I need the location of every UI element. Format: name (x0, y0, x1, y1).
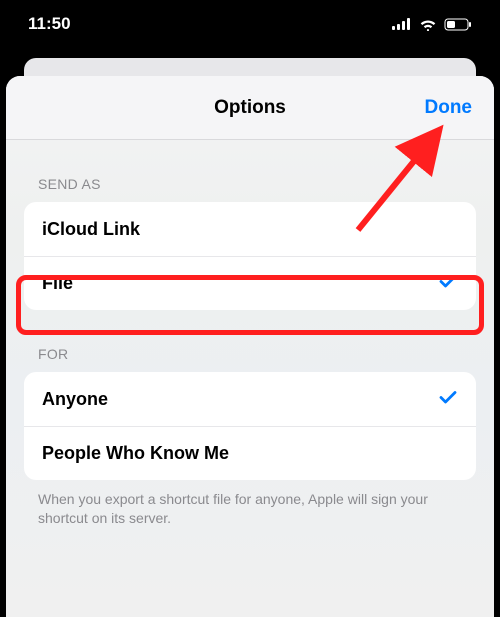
status-icons (392, 18, 472, 31)
options-sheet: Options Done SEND AS iCloud Link File FO… (6, 76, 494, 617)
sheet-header: Options Done (6, 76, 494, 140)
for-group: Anyone People Who Know Me (24, 372, 476, 480)
row-label: Anyone (42, 389, 108, 410)
status-time: 11:50 (28, 14, 71, 34)
wifi-icon (419, 18, 437, 31)
row-icloud-link[interactable]: iCloud Link (24, 202, 476, 256)
checkmark-icon (438, 387, 458, 412)
battery-icon (444, 18, 472, 31)
row-label: File (42, 273, 73, 294)
row-label: People Who Know Me (42, 443, 229, 464)
status-bar: 11:50 (0, 0, 500, 48)
section-header-send-as: SEND AS (24, 140, 476, 202)
sheet-content: SEND AS iCloud Link File FOR Anyone (6, 140, 494, 528)
send-as-group: iCloud Link File (24, 202, 476, 310)
done-button[interactable]: Done (425, 97, 473, 119)
row-label: iCloud Link (42, 219, 140, 240)
row-file[interactable]: File (24, 256, 476, 310)
cellular-signal-icon (392, 18, 412, 30)
page-title: Options (214, 97, 286, 119)
checkmark-icon (438, 271, 458, 296)
row-anyone[interactable]: Anyone (24, 372, 476, 426)
section-header-for: FOR (24, 310, 476, 372)
row-people-who-know-me[interactable]: People Who Know Me (24, 426, 476, 480)
section-footer: When you export a shortcut file for anyo… (24, 480, 476, 528)
